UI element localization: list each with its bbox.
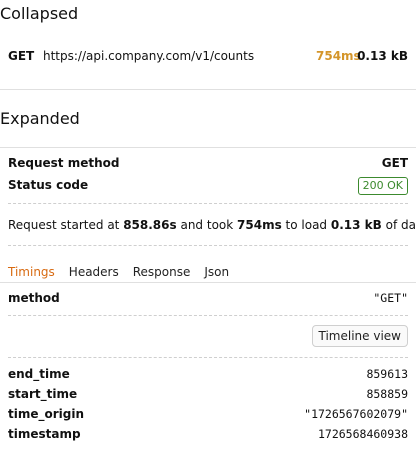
timing-value: "1726567602079" [304, 407, 408, 421]
dashed-divider [8, 357, 408, 358]
timing-value: 1726568460938 [317, 427, 408, 441]
request-method-value: GET [381, 156, 408, 170]
timing-key: time_origin [8, 407, 85, 421]
method-row-value: "GET" [373, 291, 408, 305]
timing-key: start_time [8, 387, 78, 401]
table-row: start_time 858859 [8, 387, 408, 401]
collapsed-size: 0.13 kB [357, 49, 408, 63]
timing-value: 858859 [366, 387, 408, 401]
dashed-divider [8, 203, 408, 204]
summary-prefix: Request started at [8, 218, 124, 232]
status-badge: 200 OK [357, 177, 408, 195]
timing-key: end_time [8, 367, 70, 381]
tab-bar-divider [0, 282, 416, 283]
table-row: timestamp 1726568460938 [8, 427, 408, 441]
tab-headers[interactable]: Headers [69, 265, 119, 279]
dashed-divider [8, 245, 408, 246]
status-code-label: Status code [8, 178, 89, 192]
expanded-title: Expanded [0, 109, 80, 128]
summary-size: 0.13 kB [330, 218, 382, 232]
method-row-key: method [8, 291, 60, 305]
expanded-top-divider [0, 147, 416, 148]
summary-took: 754ms [237, 218, 282, 232]
table-row: end_time 859613 [8, 367, 408, 381]
summary-suffix: of data. [385, 218, 416, 232]
dashed-divider [8, 315, 408, 316]
table-row: time_origin "1726567602079" [8, 407, 408, 421]
request-method-label: Request method [8, 156, 120, 170]
summary-mid: and took [176, 218, 238, 232]
tab-response[interactable]: Response [133, 265, 191, 279]
summary-mid2: to load [281, 218, 331, 232]
timing-value: 859613 [366, 367, 408, 381]
tab-json[interactable]: Json [204, 265, 229, 279]
timeline-view-button[interactable]: Timeline view [311, 325, 408, 347]
collapsed-method-label: GET [8, 49, 35, 63]
timing-key: timestamp [8, 427, 81, 441]
tab-timings[interactable]: Timings [8, 265, 55, 279]
summary-start: 858.86s [123, 218, 177, 232]
collapsed-duration: 754ms [316, 49, 361, 63]
collapsed-url[interactable]: https://api.company.com/v1/counts [43, 49, 254, 63]
method-row: method "GET" [8, 291, 408, 305]
collapsed-method: GET [8, 49, 34, 63]
section-divider [0, 89, 416, 90]
request-summary: Request started at 858.86s and took 754m… [8, 218, 416, 232]
tab-bar: Timings Headers Response Json [8, 261, 243, 280]
collapsed-title: Collapsed [0, 4, 79, 23]
